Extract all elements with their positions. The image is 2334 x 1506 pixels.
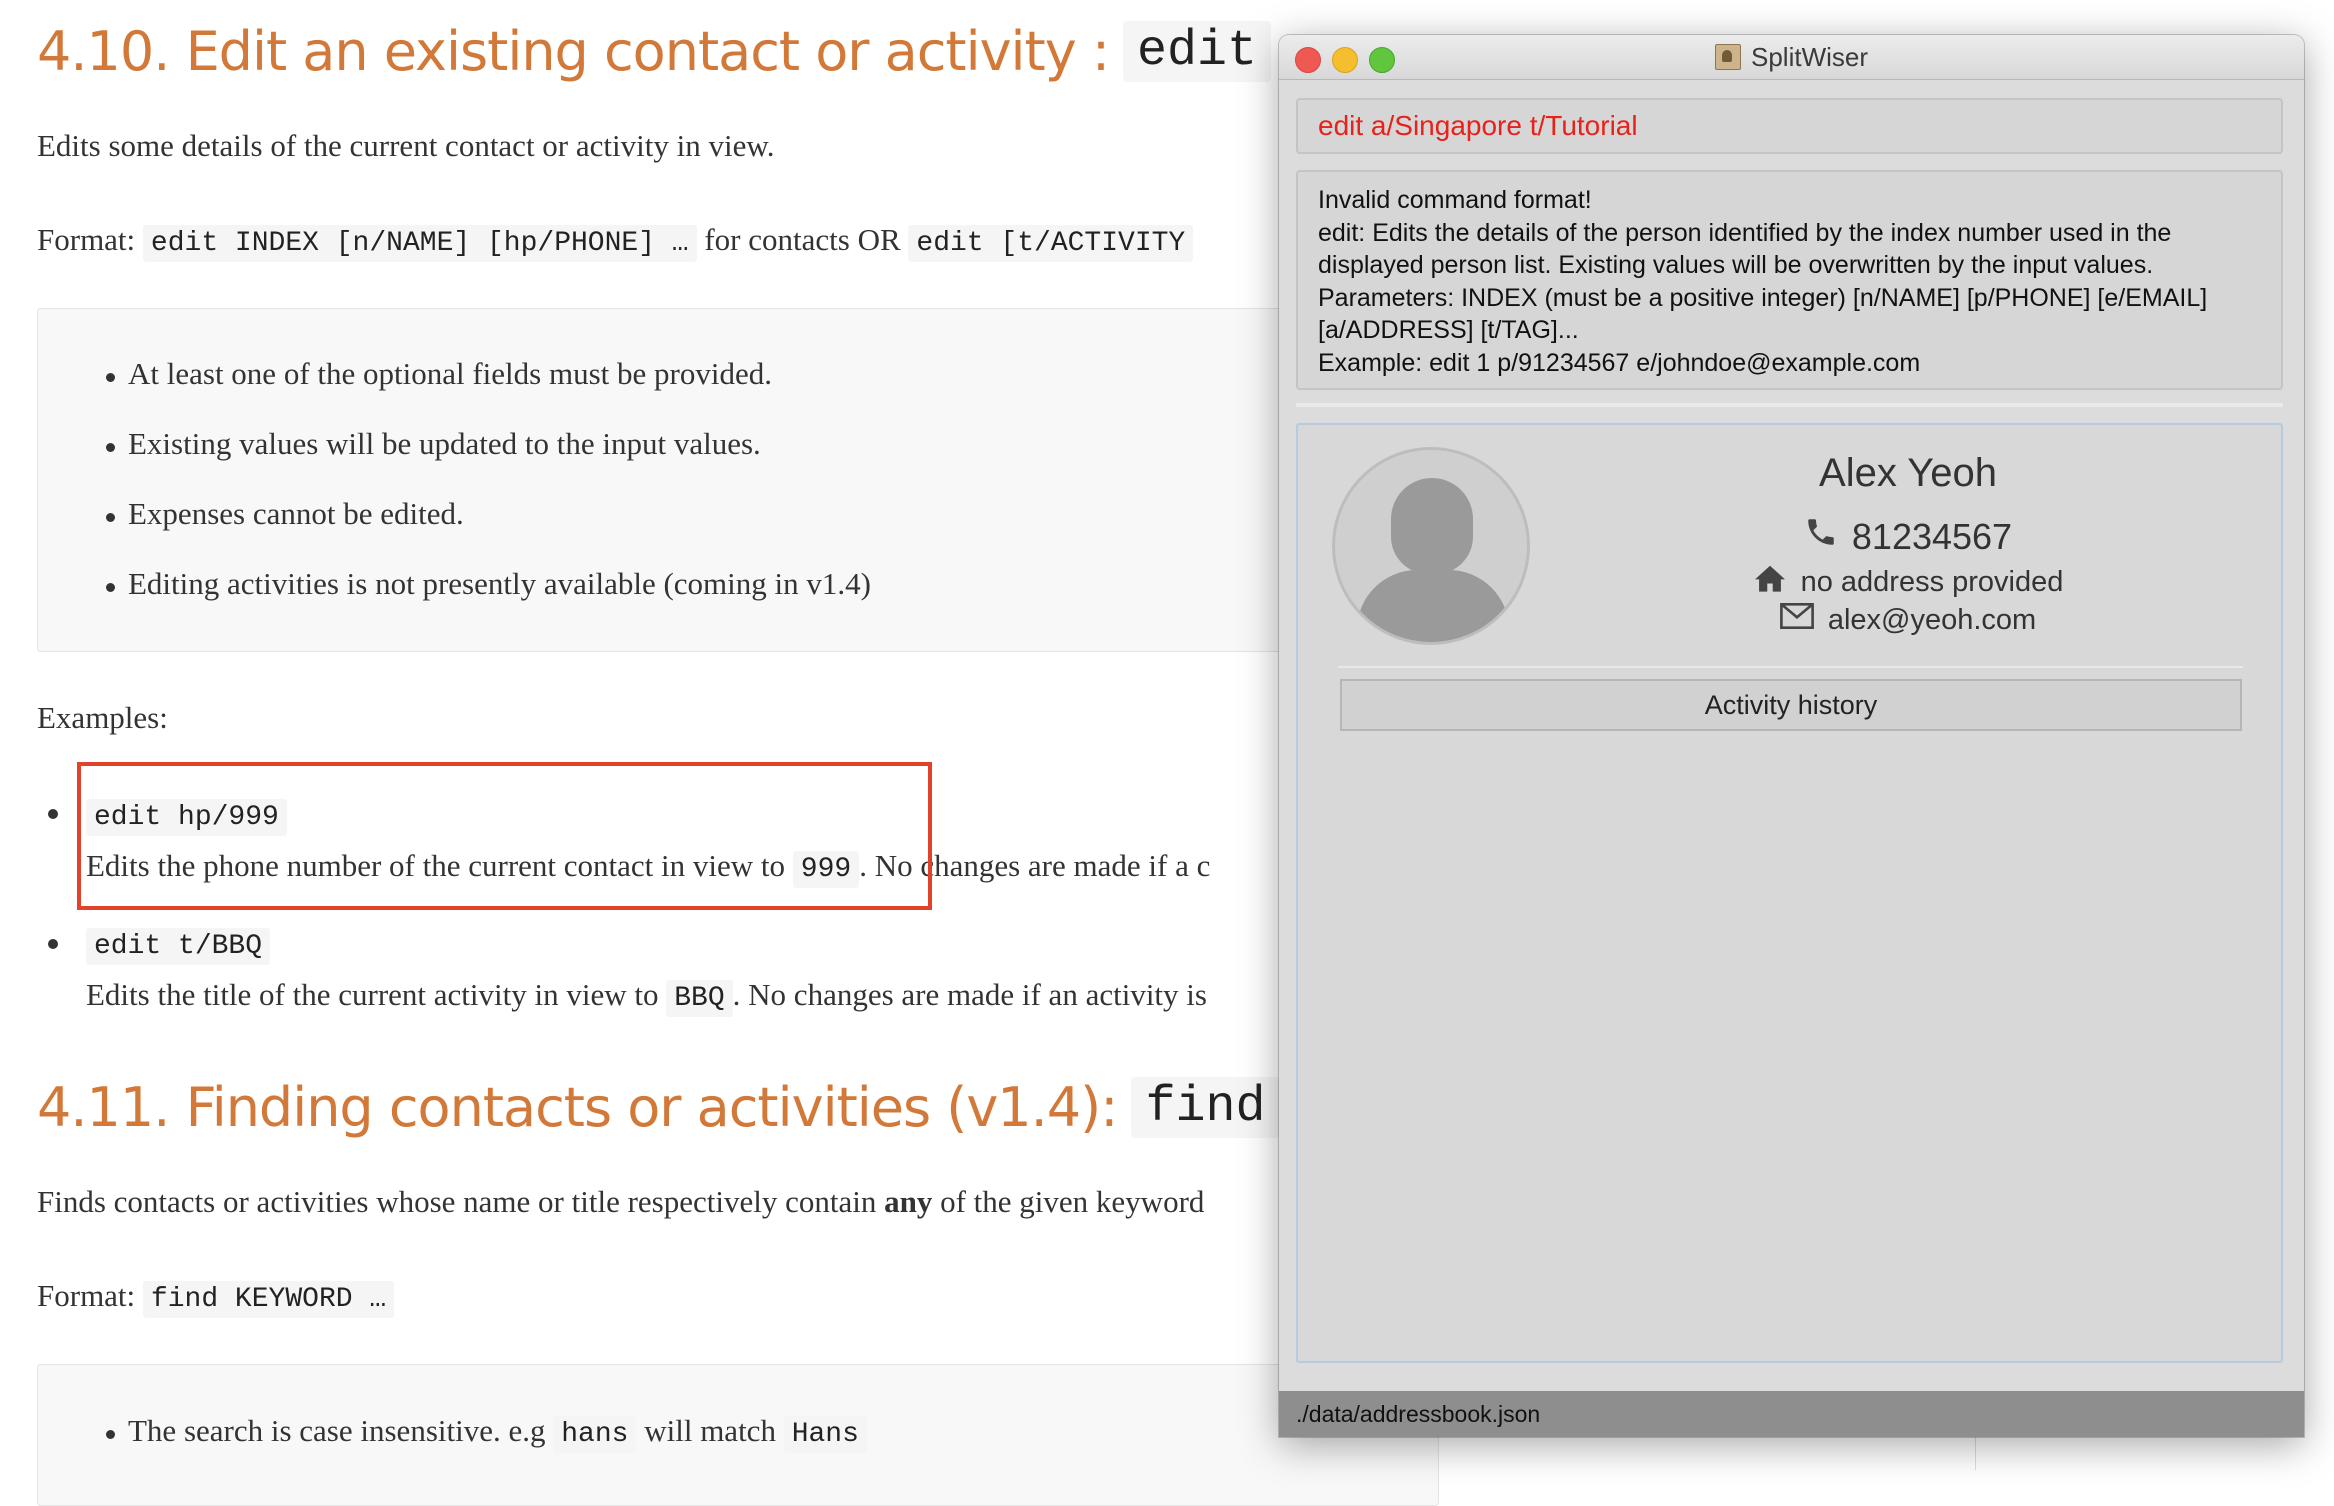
section-title: 4.10. Edit an existing contact or activi… (37, 20, 1110, 83)
find-intro-text: Finds contacts or activities whose name … (37, 1184, 877, 1219)
person-address: no address provided (1800, 565, 2064, 598)
format-code-activity: edit [t/ACTIVITY (908, 225, 1194, 262)
envelope-icon (1779, 603, 1814, 637)
title-bar[interactable]: SplitWiser (1279, 35, 2304, 80)
example-code: edit t/BBQ (86, 925, 271, 965)
note-item: Expenses cannot be edited. (106, 496, 464, 531)
home-icon (1753, 563, 1787, 601)
status-path: ./data/addressbook.json (1296, 1400, 1541, 1427)
example-description: Edits the title of the current activity … (86, 977, 1207, 1017)
edit-intro: Edits some details of the current contac… (37, 128, 775, 163)
panel-divider[interactable] (1296, 403, 2283, 407)
format-code-contacts: edit INDEX [n/NAME] [hp/PHONE] … (142, 225, 697, 262)
section-title: 4.11. Finding contacts or activities (v1… (37, 1076, 1118, 1139)
activity-history-label: Activity history (1704, 689, 1878, 720)
status-bar: ./data/addressbook.json (1279, 1391, 2304, 1437)
card-divider (1338, 666, 2243, 668)
person-name: Alex Yeoh (1819, 451, 1997, 495)
examples-label: Examples: (37, 700, 168, 735)
section-code: edit (1123, 21, 1272, 82)
find-intro-bold: any (884, 1184, 933, 1219)
find-intro-tail: of the given keyword (940, 1184, 1205, 1219)
notes-box: At least one of the optional fields must… (37, 308, 1439, 652)
edit-format: Format: edit INDEX [n/NAME] [hp/PHONE] …… (37, 222, 1194, 262)
window-title-text: SplitWiser (1750, 41, 1868, 72)
find-note-text: The search is case insensitive. e.g (128, 1413, 546, 1448)
example-desc-code: BBQ (666, 980, 733, 1017)
result-line: displayed person list. Existing values w… (1318, 251, 2154, 279)
command-input[interactable]: edit a/Singapore t/Tutorial (1296, 98, 2283, 154)
find-intro: Finds contacts or activities whose name … (37, 1184, 1204, 1220)
section-heading-4-10: 4.10. Edit an existing contact or activi… (37, 20, 1272, 83)
person-phone-row: 81234567 (1598, 515, 2218, 558)
format-label: Format: (37, 1278, 136, 1313)
app-icon (1714, 44, 1741, 70)
result-line: edit: Edits the details of the person id… (1318, 218, 2172, 247)
command-text: edit a/Singapore t/Tutorial (1318, 110, 1638, 141)
example-desc-text: Edits the title of the current activity … (86, 977, 659, 1012)
person-email-row: alex@yeoh.com (1598, 603, 2218, 637)
note-item: The search is case insensitive. e.g hans… (106, 1413, 867, 1453)
find-format: Format: find KEYWORD … (37, 1278, 395, 1318)
note-item: At least one of the optional fields must… (106, 356, 772, 391)
note-item: Existing values will be updated to the i… (106, 426, 761, 461)
result-line: Invalid command format! (1318, 186, 1592, 214)
example-command: edit t/BBQ (86, 928, 271, 965)
person-email: alex@yeoh.com (1827, 603, 2037, 636)
list-bullet (48, 809, 58, 819)
example-desc-tail: . No changes are made if an activity is (732, 977, 1207, 1012)
find-note-code: Hans (783, 1416, 867, 1453)
person-phone: 81234567 (1851, 515, 2013, 557)
find-note-code: hans (553, 1416, 637, 1453)
result-display: Invalid command format! edit: Edits the … (1296, 170, 2283, 390)
list-bullet (48, 939, 58, 949)
result-line: [a/ADDRESS] [t/TAG]... (1318, 316, 1579, 344)
splitwiser-window: SplitWiser edit a/Singapore t/Tutorial I… (1279, 35, 2304, 1437)
format-mid-text: for contacts OR (704, 222, 901, 257)
note-item: Editing activities is not presently avai… (106, 566, 871, 601)
highlight-box (77, 762, 932, 910)
find-notes-box: The search is case insensitive. e.g hans… (37, 1364, 1439, 1506)
find-format-code: find KEYWORD … (142, 1281, 395, 1318)
person-card: Alex Yeoh 81234567 no address provided a… (1296, 423, 2283, 1363)
result-line: Parameters: INDEX (must be a positive in… (1318, 283, 2208, 312)
window-title: SplitWiser (1279, 35, 2304, 79)
find-note-mid: will match (644, 1413, 776, 1448)
section-heading-4-11: 4.11. Finding contacts or activities (v1… (37, 1076, 1280, 1139)
person-address-row: no address provided (1598, 563, 2218, 601)
format-label: Format: (37, 222, 136, 257)
section-code: find (1131, 1077, 1280, 1138)
avatar-icon (1332, 447, 1530, 645)
phone-icon (1804, 515, 1838, 558)
activity-history-button[interactable]: Activity history (1340, 679, 2242, 731)
result-line: Example: edit 1 p/91234567 e/johndoe@exa… (1318, 348, 1921, 377)
